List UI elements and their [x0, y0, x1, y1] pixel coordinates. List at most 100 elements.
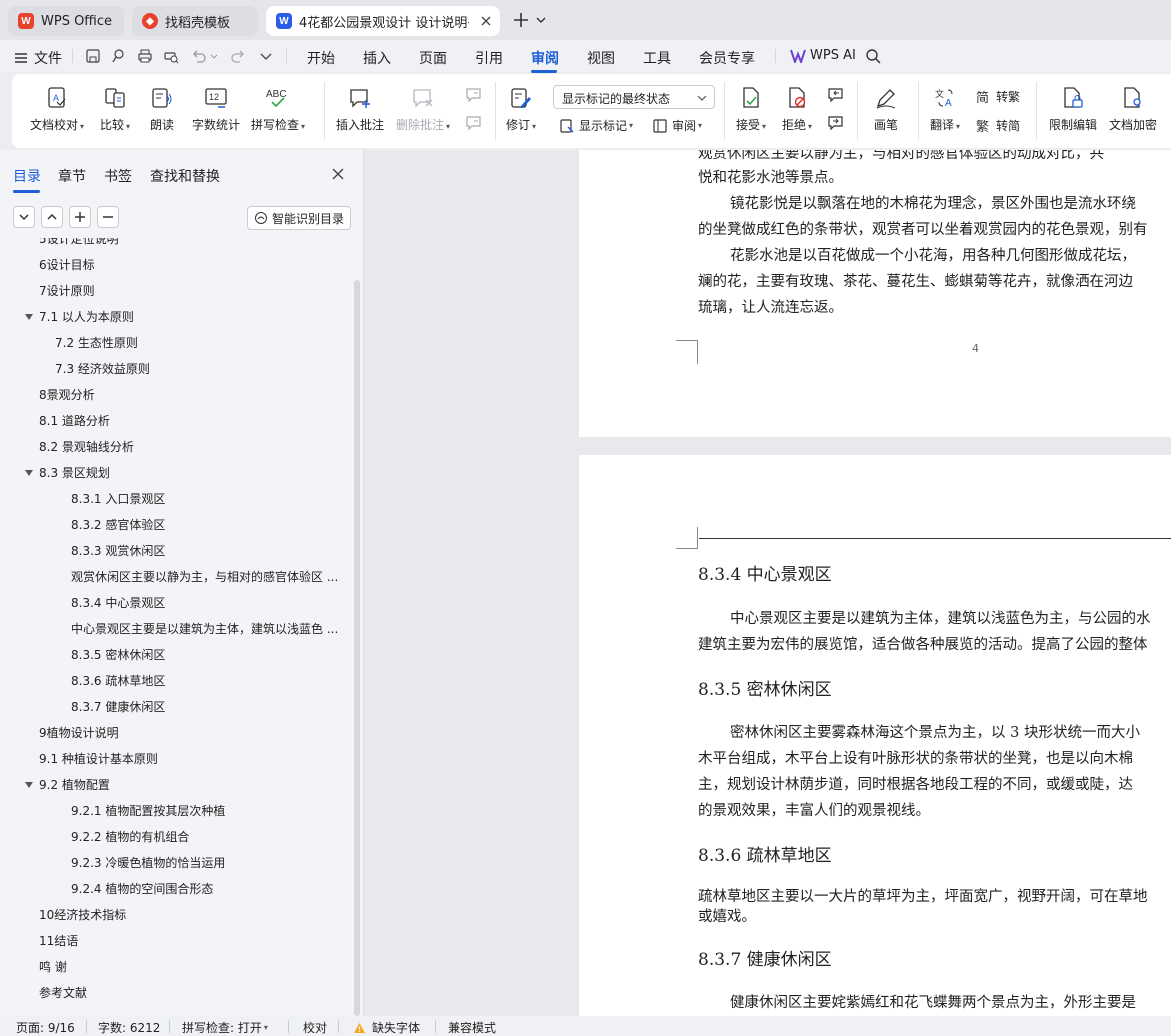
collapse-all-chevron-down-icon[interactable]	[13, 206, 35, 228]
menu-references[interactable]: 引用	[475, 48, 503, 68]
expand-triangle-icon[interactable]	[25, 314, 33, 320]
smart-toc-button[interactable]: 智能识别目录	[247, 206, 351, 230]
wps-ai-button[interactable]: WPS AI	[790, 48, 856, 63]
toc-item[interactable]: 参考文献	[39, 982, 340, 1004]
toc-item[interactable]: 8.3.2 感官体验区	[71, 514, 340, 536]
menu-view[interactable]: 视图	[587, 48, 615, 68]
proofread-button[interactable]: A 文档校对 ▾	[30, 86, 84, 133]
spell-check-indicator[interactable]: 拼写检查: 打开 ▾	[182, 1019, 268, 1036]
toc-item[interactable]: 9.2.4 植物的空间围合形态	[71, 878, 340, 900]
tab-current-document[interactable]: W 4花都公园景观设计 设计说明书	[266, 6, 500, 36]
print-preview-icon[interactable]	[163, 48, 179, 64]
accept-button[interactable]: 接受 ▾	[736, 86, 766, 133]
toc-item[interactable]: 11结语	[39, 930, 340, 952]
next-change-icon[interactable]	[826, 114, 846, 134]
toc-item[interactable]: 9.2.3 冷暖色植物的恰当运用	[71, 852, 340, 874]
remove-heading-minus-icon[interactable]	[97, 206, 119, 228]
proofread-indicator[interactable]: 校对	[303, 1019, 327, 1036]
menu-page[interactable]: 页面	[419, 48, 447, 68]
toc-item[interactable]: 7设计原则	[39, 280, 340, 302]
more-quick-access-chevron-icon[interactable]	[259, 48, 275, 64]
file-menu-button[interactable]: 文件	[14, 48, 62, 68]
chevron-down-icon: ▾	[80, 122, 85, 131]
toc-item[interactable]: 9.1 种植设计基本原则	[39, 748, 340, 770]
toc-item[interactable]: 8.3 景区规划	[39, 462, 340, 484]
save-icon[interactable]	[85, 48, 101, 64]
menu-insert[interactable]: 插入	[363, 48, 391, 68]
tab-bookmarks[interactable]: 书签	[104, 166, 132, 186]
toc-item[interactable]: 鸣 谢	[39, 956, 340, 978]
show-markup-button[interactable]: 显示标记 ▾	[559, 117, 633, 134]
to-traditional-button[interactable]: 简 转繁	[976, 88, 1020, 105]
search-icon[interactable]	[865, 48, 881, 64]
toc-item[interactable]: 7.1 以人为本原则	[39, 306, 340, 328]
toc-item[interactable]: 6设计目标	[39, 254, 340, 276]
toc-item[interactable]: 10经济技术指标	[39, 904, 340, 926]
toc-item[interactable]: 观赏休闲区主要以静为主，与相对的感官体验区 ...	[71, 566, 340, 588]
toc-item[interactable]: 9.2.1 植物配置按其层次种植	[71, 800, 340, 822]
tab-find-replace[interactable]: 查找和替换	[150, 166, 220, 186]
toc-item[interactable]: 8.3.5 密林休闲区	[71, 644, 340, 666]
menu-member[interactable]: 会员专享	[699, 48, 755, 68]
undo-icon[interactable]	[191, 48, 207, 64]
toc-item[interactable]: 9.2.2 植物的有机组合	[71, 826, 340, 848]
toc-item[interactable]: 7.3 经济效益原则	[55, 358, 340, 380]
body-text-line: 悦和花影水池等景点。	[698, 170, 843, 186]
compare-button[interactable]: 比较 ▾	[100, 86, 130, 133]
toc-item[interactable]: 8.3.1 入口景观区	[71, 488, 340, 510]
add-heading-plus-icon[interactable]	[69, 206, 91, 228]
print-icon[interactable]	[137, 48, 153, 64]
new-tab-plus-icon[interactable]	[512, 11, 530, 29]
tab-daoke-templates[interactable]: ◆ 找稻壳模板	[132, 6, 258, 36]
document-canvas[interactable]: 观赏休闲区主要以静为主，与相对的感官体验区的动成对比，共 悦和花影水池等景点。 …	[364, 150, 1171, 1016]
insert-comment-button[interactable]: 插入批注	[336, 86, 384, 133]
expand-triangle-icon[interactable]	[25, 470, 33, 476]
expand-triangle-icon[interactable]	[25, 782, 33, 788]
toc-item[interactable]: 7.2 生态性原则	[55, 332, 340, 354]
close-tab-icon[interactable]	[478, 13, 494, 29]
tab-sections[interactable]: 章节	[58, 166, 86, 186]
previous-comment-icon[interactable]	[464, 86, 484, 106]
next-comment-icon[interactable]	[464, 114, 484, 134]
close-pane-icon[interactable]	[331, 167, 345, 181]
word-count-indicator[interactable]: 字数: 6212	[98, 1019, 160, 1036]
tab-list-chevron-icon[interactable]	[535, 14, 547, 26]
toc-scrollbar[interactable]	[354, 280, 360, 1016]
encrypt-document-button[interactable]: 文档加密	[1109, 86, 1157, 133]
toc-item[interactable]: 8.3.6 疏林草地区	[71, 670, 340, 692]
tab-wps-office[interactable]: W WPS Office	[8, 6, 124, 36]
format-painter-icon[interactable]	[110, 48, 126, 64]
restrict-editing-button[interactable]: 限制编辑	[1049, 86, 1097, 133]
page-indicator[interactable]: 页面: 9/16	[16, 1019, 75, 1036]
expand-chevron-up-icon[interactable]	[41, 206, 63, 228]
undo-dropdown-chevron-icon[interactable]	[210, 48, 218, 64]
to-simplified-button[interactable]: 繁 转简	[976, 117, 1020, 134]
delete-comment-button[interactable]: 删除批注 ▾	[396, 86, 450, 133]
markup-mode-select[interactable]: 显示标记的最终状态	[553, 85, 715, 109]
reject-button[interactable]: 拒绝 ▾	[782, 86, 812, 133]
word-count-button[interactable]: 12 字数统计	[192, 86, 240, 133]
toc-item[interactable]: 8.1 道路分析	[39, 410, 340, 432]
menu-tools[interactable]: 工具	[643, 48, 671, 68]
toc-item[interactable]: 8.3.3 观赏休闲区	[71, 540, 340, 562]
toc-item[interactable]: 8.3.7 健康休闲区	[71, 696, 340, 718]
review-pane-button[interactable]: 审阅 ▾	[652, 117, 702, 134]
spell-check-button[interactable]: ABC 拼写检查 ▾	[251, 86, 305, 133]
missing-font-indicator[interactable]: 缺失字体	[353, 1019, 420, 1036]
menu-home[interactable]: 开始	[307, 48, 335, 68]
toc-item[interactable]: 9.2 植物配置	[39, 774, 340, 796]
translate-button[interactable]: 文A 翻译 ▾	[930, 86, 960, 133]
toc-item[interactable]: 8.2 景观轴线分析	[39, 436, 340, 458]
toc-item[interactable]: 9植物设计说明	[39, 722, 340, 744]
toc-item[interactable]: 8景观分析	[39, 384, 340, 406]
menu-review[interactable]: 审阅	[531, 48, 559, 68]
pen-button[interactable]: 画笔	[874, 86, 898, 133]
toc-item[interactable]: 8.3.4 中心景观区	[71, 592, 340, 614]
previous-change-icon[interactable]	[826, 86, 846, 106]
toc-item[interactable]: 中心景观区主要是以建筑为主体，建筑以浅蓝色 ...	[71, 618, 340, 640]
track-changes-button[interactable]: 修订 ▾	[506, 86, 536, 133]
read-aloud-button[interactable]: 朗读	[150, 86, 174, 133]
tab-toc[interactable]: 目录	[13, 166, 41, 186]
redo-icon[interactable]	[230, 48, 246, 64]
toc-item[interactable]: 5设计定位说明	[39, 238, 340, 250]
